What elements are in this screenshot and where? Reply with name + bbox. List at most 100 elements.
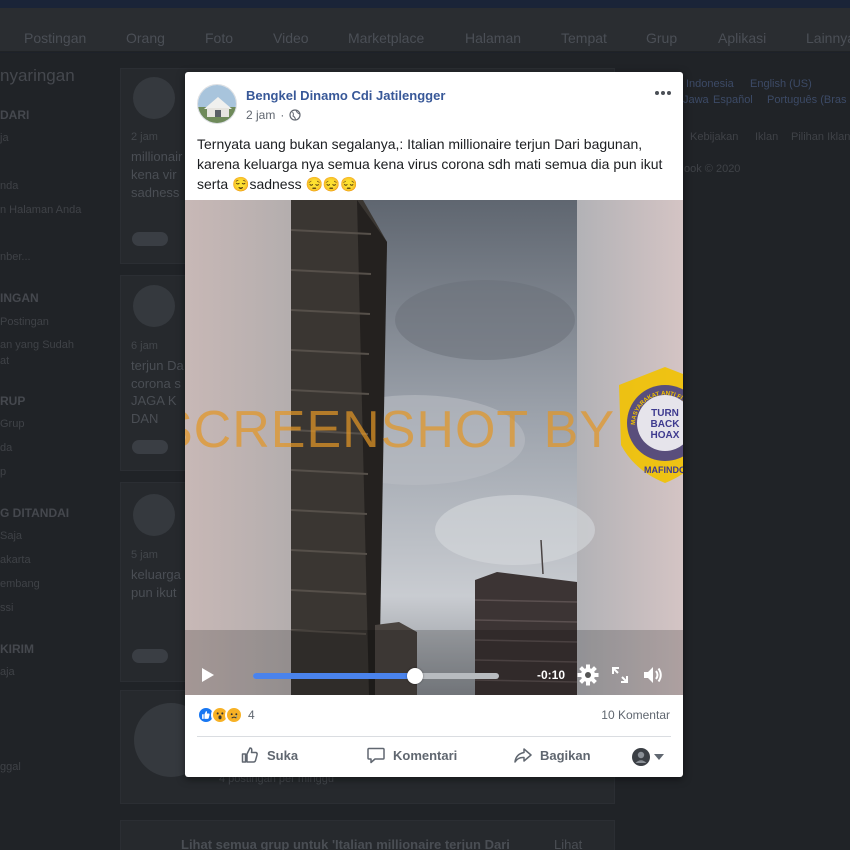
footer-link[interactable]: Kebijakan [690, 131, 738, 143]
page-name-link[interactable]: Bengkel Dinamo Cdi Jatilengger [246, 88, 445, 103]
sidebar-item[interactable]: n Halaman Anda [0, 204, 81, 216]
account-avatar-icon [632, 748, 650, 766]
reaction-count: 4 [248, 708, 255, 722]
post-time: 5 jam [131, 549, 158, 561]
tab-places[interactable]: Tempat [561, 30, 607, 46]
sidebar-item[interactable]: an yang Sudah [0, 339, 74, 351]
sidebar-item[interactable]: Grup [0, 418, 24, 430]
lang-link[interactable]: English (US) [750, 78, 812, 90]
sidebar-heading: KIRIM [0, 642, 34, 656]
sad-reaction-icon [225, 706, 243, 724]
post-snippet: pun ikut [131, 585, 177, 600]
play-icon[interactable] [201, 667, 215, 683]
avatar [133, 494, 175, 536]
page-avatar[interactable] [197, 84, 237, 124]
post-timestamp[interactable]: 2 jam [246, 108, 275, 122]
settings-gear-icon[interactable] [577, 664, 599, 686]
sidebar-item[interactable]: at [0, 355, 9, 367]
divider [197, 736, 671, 737]
comment-button-label: Komentari [393, 747, 458, 763]
post-snippet: DAN [131, 411, 159, 426]
reaction-summary [132, 232, 168, 246]
copyright: ook © 2020 [684, 163, 741, 175]
post-snippet: corona s [131, 376, 181, 391]
badge-bottom-text: MAFINDO [644, 465, 683, 475]
post-snippet: JAGA K [131, 393, 177, 408]
badge-line: TURN [651, 408, 679, 419]
tab-photos[interactable]: Foto [205, 30, 233, 46]
fullscreen-icon[interactable] [611, 666, 629, 684]
tab-pages[interactable]: Halaman [465, 30, 521, 46]
tab-marketplace[interactable]: Marketplace [348, 30, 424, 46]
chevron-down-icon [654, 754, 664, 760]
search-filter-tabbar: Postingan Orang Foto Video Marketplace H… [0, 8, 850, 52]
post-time: 6 jam [131, 340, 158, 352]
tab-more[interactable]: Lainnya [806, 30, 850, 46]
sidebar-heading: INGAN [0, 291, 39, 305]
sidebar-item[interactable]: akarta [0, 554, 31, 566]
footer-link[interactable]: Pilihan Iklan [791, 131, 850, 143]
sidebar-item[interactable]: ja [0, 132, 9, 144]
video-controls: -0:10 [185, 655, 683, 695]
mafindo-badge-logo: MASYARAKAT ANTI FITNAH INDONESIA TURN BA… [615, 365, 683, 483]
sidebar-item[interactable]: embang [0, 578, 40, 590]
like-button-label: Suka [267, 747, 299, 763]
sidebar-item[interactable]: da [0, 442, 12, 454]
avatar [133, 285, 175, 327]
volume-icon[interactable] [642, 665, 664, 685]
post-message: Ternyata uang bukan segalanya,: Italian … [197, 136, 663, 192]
video-player[interactable]: SCREENSHOT BY MASYARAKAT ANTI FITNAH IND… [185, 200, 683, 695]
reaction-summary [132, 649, 168, 663]
post-snippet: kena vir [131, 167, 177, 182]
comment-count-link[interactable]: 10 Komentar [601, 708, 670, 722]
share-as-selector[interactable] [632, 748, 664, 766]
top-bar [0, 0, 850, 8]
reaction-summary[interactable]: 4 [197, 706, 255, 724]
post-snippet: millionair [131, 149, 183, 164]
post-snippet: sadness [131, 185, 180, 200]
comment-icon [367, 747, 385, 764]
tab-groups[interactable]: Grup [646, 30, 677, 46]
tab-people[interactable]: Orang [126, 30, 165, 46]
post-snippet: keluarga [131, 567, 181, 582]
video-remaining-time: -0:10 [537, 668, 566, 682]
post-meta: 2 jam · [246, 108, 301, 122]
tab-apps[interactable]: Aplikasi [718, 30, 766, 46]
see-all-groups-link[interactable]: Lihat semua grup untuk 'Italian milliona… [181, 837, 510, 850]
lang-link[interactable]: Indonesia [686, 78, 734, 90]
tab-videos[interactable]: Video [273, 30, 309, 46]
more-options-icon[interactable] [653, 86, 673, 100]
sidebar-item[interactable]: Saja [0, 530, 22, 542]
watermark-text: SCREENSHOT BY [185, 401, 616, 459]
video-progress-bar[interactable] [253, 668, 499, 684]
tab-posts[interactable]: Postingan [24, 30, 86, 46]
video-scrubber-handle[interactable] [407, 668, 424, 684]
share-icon [514, 748, 532, 763]
lang-link[interactable]: Português (Bras [767, 94, 846, 106]
badge-line: HOAX [651, 430, 680, 441]
lang-link[interactable]: Jawa [683, 94, 709, 106]
sidebar-item[interactable]: ggal [0, 761, 21, 773]
sidebar-item[interactable]: Postingan [0, 316, 49, 328]
sidebar-item[interactable]: aja [0, 666, 15, 678]
sidebar-heading: G DITANDAI [0, 506, 70, 520]
globe-icon[interactable] [289, 109, 301, 121]
comment-button[interactable]: Komentari [366, 745, 457, 765]
sidebar-item[interactable]: nber... [0, 251, 31, 263]
sidebar-heading: RUP [0, 394, 26, 408]
see-link[interactable]: Lihat [554, 837, 582, 850]
background-see-all-card: Lihat semua grup untuk 'Italian milliona… [120, 820, 615, 850]
lang-link[interactable]: Español [713, 94, 753, 106]
sidebar-item[interactable]: p [0, 466, 6, 478]
video-progress-fill [253, 673, 416, 679]
share-button[interactable]: Bagikan [513, 745, 591, 765]
like-icon [241, 747, 258, 763]
sidebar-item[interactable]: nda [0, 180, 18, 192]
like-button[interactable]: Suka [240, 745, 298, 765]
post-modal: Bengkel Dinamo Cdi Jatilengger 2 jam · T… [185, 72, 683, 777]
sidebar-item[interactable]: ssi [0, 602, 13, 614]
post-time: 2 jam [131, 131, 158, 143]
footer-link[interactable]: Iklan [755, 131, 778, 143]
avatar [133, 77, 175, 119]
post-snippet: terjun Da [131, 358, 184, 373]
